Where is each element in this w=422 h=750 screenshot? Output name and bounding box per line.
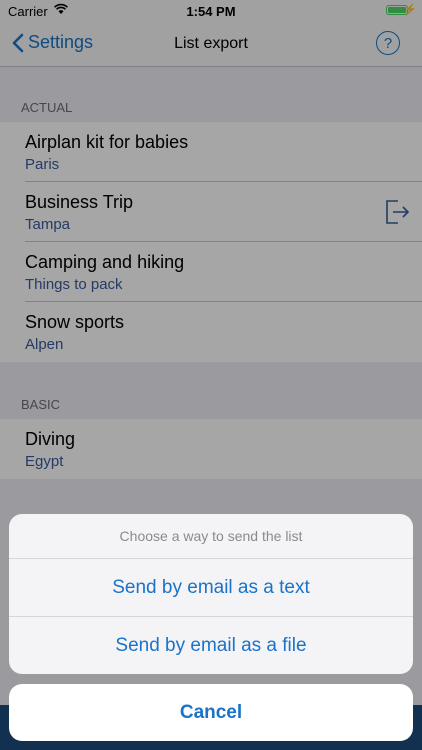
send-as-text-button[interactable]: Send by email as a text [9, 559, 413, 617]
action-sheet-title: Choose a way to send the list [9, 514, 413, 559]
cancel-button[interactable]: Cancel [9, 684, 413, 741]
send-as-file-button[interactable]: Send by email as a file [9, 617, 413, 674]
action-sheet: Choose a way to send the list Send by em… [9, 514, 413, 674]
